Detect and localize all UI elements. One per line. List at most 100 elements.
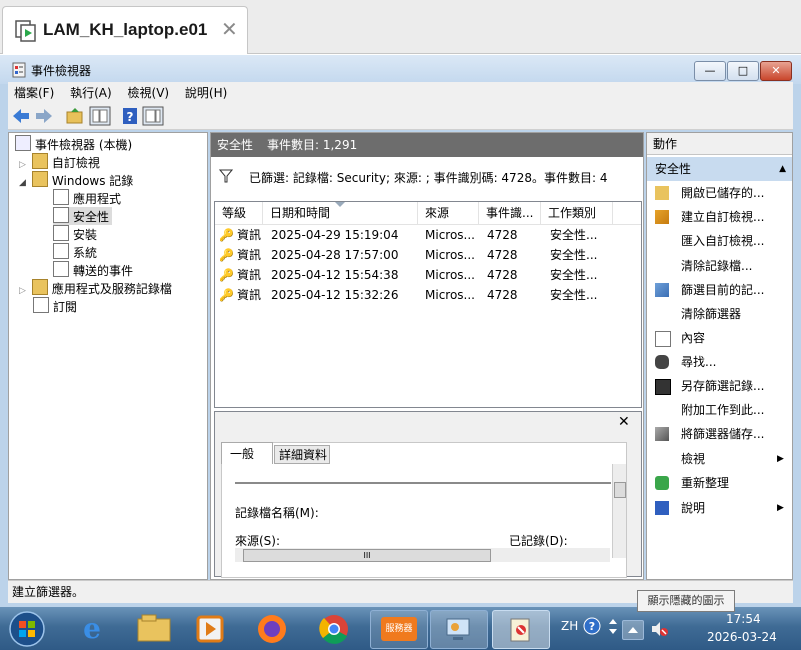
collapse-up-icon[interactable]: ▲ [779,157,786,181]
tree-item-application[interactable]: 應用程式 [53,189,121,207]
table-row[interactable]: 🔑 資訊 2025-04-12 15:32:26 Micros... 4728 … [215,285,641,305]
cell-date-time: 2025-04-12 15:32:26 [271,288,399,302]
back-arrow-icon[interactable] [12,108,30,124]
help-icon[interactable]: ? [122,107,138,125]
close-button[interactable]: ✕ [760,61,792,81]
language-indicator[interactable]: ZH [561,619,578,633]
help-circle-icon[interactable]: ? [583,617,601,635]
show-hidden-icons-button[interactable] [622,620,644,640]
action-find[interactable]: 尋找... [651,350,787,374]
table-row[interactable]: 🔑 資訊 2025-04-28 17:57:00 Micros... 4728 … [215,245,641,265]
column-header-level[interactable]: 等級 [215,202,263,224]
tree-item-system[interactable]: 系統 [53,243,97,261]
action-open-saved-log[interactable]: 開啟已儲存的... [651,181,787,205]
detail-vertical-scrollbar[interactable] [612,464,626,558]
taskbar: e 服務器 ZH ? 17:54 2026-03-24 [0,607,801,650]
show-hide-console-tree-icon[interactable] [89,106,111,126]
action-view[interactable]: 檢視 ▶ [651,447,787,471]
show-hide-action-pane-icon[interactable] [142,106,164,126]
horizontal-scroll-thumb[interactable]: III [243,549,491,562]
action-clear-log[interactable]: 清除記錄檔... [651,254,787,278]
table-row[interactable]: 🔑 資訊 2025-04-29 15:19:04 Micros... 4728 … [215,225,641,245]
ime-options-icon[interactable] [607,616,619,638]
media-player-icon[interactable] [186,609,242,647]
internet-explorer-icon[interactable]: e [68,609,124,647]
detail-close-icon[interactable]: ✕ [618,414,630,430]
speaker-muted-icon[interactable] [650,620,668,638]
center-header-log-name: 安全性 [217,138,254,152]
column-header-source[interactable]: 來源 [418,202,479,224]
field-source-label: 來源(S): [235,534,281,548]
tree-item-custom-views[interactable]: ▷ 自訂檢視 [19,153,100,171]
computer-management-icon [446,618,470,640]
filter-bar: 已篩選: 記錄檔: Security; 來源: ; 事件識別碼: 4728。事件… [215,161,639,195]
column-header-event-id[interactable]: 事件識... [479,202,541,224]
action-save-filtered-log[interactable]: 另存篩選記錄... [651,374,787,398]
chrome-icon[interactable] [310,609,366,647]
maximize-button[interactable]: □ [727,61,759,81]
event-list: 等級 日期和時間 來源 事件識... 工作類別 🔑 資訊 2025-04-29 … [214,201,642,408]
tree-item-app-services-logs[interactable]: ▷ 應用程式及服務記錄檔 [19,279,172,297]
firefox-icon[interactable] [248,609,304,647]
collapse-arrow-icon[interactable]: ◢ [19,178,26,188]
vertical-scroll-thumb[interactable] [614,482,626,498]
clock-date[interactable]: 2026-03-24 [707,630,777,644]
svg-text:e: e [83,612,101,645]
folder-icon [31,279,48,295]
cell-level: 資訊 [237,288,262,302]
detail-horizontal-scrollbar[interactable]: III [235,548,610,562]
info-key-icon: 🔑 [219,228,234,242]
action-attach-task[interactable]: 附加工作到此... [651,398,787,422]
event-viewer-icon [15,135,31,151]
tree-item-subscriptions[interactable]: 訂閱 [33,297,77,315]
host-tab-title: LAM_KH_laptop.e01 [43,20,208,39]
tree-item-forwarded-events[interactable]: 轉送的事件 [53,261,133,279]
info-key-icon: 🔑 [219,248,234,262]
taskbar-event-viewer-button[interactable] [492,610,550,649]
tree-root[interactable]: 事件檢視器 (本機) [15,135,132,153]
host-tab-close-icon[interactable]: ✕ [221,17,238,41]
taskbar-computer-management-button[interactable] [430,610,488,649]
minimize-button[interactable]: — [694,61,726,81]
expand-arrow-icon[interactable]: ▷ [19,286,26,296]
action-save-filter[interactable]: 將篩選器儲存... [651,422,787,446]
log-icon [53,189,69,205]
file-explorer-icon[interactable] [130,609,186,647]
tree-item-setup[interactable]: 安裝 [53,225,97,243]
table-row[interactable]: 🔑 資訊 2025-04-12 15:54:38 Micros... 4728 … [215,265,641,285]
cell-level: 資訊 [237,228,262,242]
tree-item-windows-logs[interactable]: ◢ Windows 記錄 [19,171,133,189]
column-header-task-category[interactable]: 工作類別 [541,202,613,224]
field-logged-label: 已記錄(D): [509,534,568,548]
action-help[interactable]: 說明 ▶ [651,496,787,520]
forward-arrow-icon[interactable] [35,108,53,124]
tree-item-security[interactable]: 安全性 [53,207,113,225]
action-refresh[interactable]: 重新整理 [651,471,787,495]
folder-up-icon[interactable] [66,107,84,125]
window-title: 事件檢視器 [31,64,92,78]
window-titlebar[interactable]: 事件檢視器 — □ ✕ [0,55,801,84]
svg-text:?: ? [589,620,595,633]
action-clear-filter[interactable]: 清除篩選器 [651,302,787,326]
cell-date-time: 2025-04-28 17:57:00 [271,248,399,262]
cell-source: Micros... [425,288,475,302]
clock-time[interactable]: 17:54 [726,612,761,626]
actions-header: 動作 [647,133,792,155]
tab-details[interactable]: 詳細資料 [274,445,330,464]
cell-date-time: 2025-04-29 15:19:04 [271,228,399,242]
action-create-custom-view[interactable]: 建立自訂檢視... [651,205,787,229]
actions-section-security[interactable]: 安全性 ▲ [647,157,792,181]
filter-funnel-icon [655,283,669,297]
host-tab[interactable]: LAM_KH_laptop.e01 ✕ [2,6,248,54]
action-properties[interactable]: 內容 [651,326,787,350]
expand-arrow-icon[interactable]: ▷ [19,160,26,170]
tab-general[interactable]: 一般 [221,442,273,464]
taskbar-server-button[interactable]: 服務器 [370,610,428,649]
menu-file[interactable]: 檔案(F) [8,82,60,101]
action-import-custom-view[interactable]: 匯入自訂檢視... [651,229,787,253]
action-filter-current-log[interactable]: 篩選目前的記... [651,278,787,302]
start-button-icon[interactable] [8,610,46,648]
menu-view[interactable]: 檢視(V) [122,82,176,101]
menu-action[interactable]: 執行(A) [64,82,118,101]
menu-help[interactable]: 說明(H) [179,82,233,101]
